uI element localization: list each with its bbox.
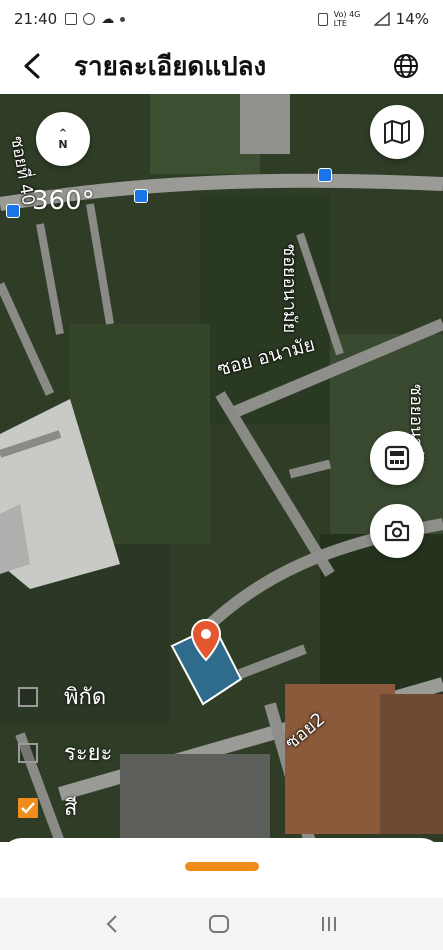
page-title: รายละเอียดแปลง: [74, 51, 267, 82]
bus-stop-icon: [318, 168, 332, 182]
globe-icon: [394, 54, 418, 78]
network-indicator: Vo) 4G LTE: [333, 10, 361, 28]
status-time: 21:40: [14, 10, 58, 28]
layer-toggle-color[interactable]: สี: [18, 790, 77, 825]
system-nav-bar: [0, 898, 443, 950]
rotation-label: 360°: [32, 186, 95, 216]
nav-back-icon[interactable]: [105, 914, 119, 934]
calculator-icon: [384, 445, 410, 471]
chevron-left-icon: [24, 53, 40, 79]
status-right: Vo) 4G LTE 14%: [317, 10, 429, 28]
bus-stop-icon: [134, 189, 148, 203]
nav-home-icon[interactable]: [208, 914, 230, 934]
satellite-map[interactable]: ซอย อนามัย ซอยอนามัย ซอย2 ซอยที่ 40 ซอยอ…: [0, 94, 443, 842]
more-dot-icon: [120, 16, 126, 22]
distance-label: ระยะ: [64, 741, 113, 766]
bus-stop-icon: [6, 204, 20, 218]
gallery-icon: [65, 13, 78, 25]
screen: 21:40 ☁ Vo) 4G LTE 14% รายละเอียดแปลง ซอ…: [0, 0, 443, 950]
coordinates-checkbox[interactable]: [18, 686, 38, 707]
lock-icon: [317, 12, 328, 26]
location-pin-icon: [190, 618, 222, 662]
cloud-icon: ☁: [101, 11, 115, 27]
calculator-button[interactable]: [370, 431, 424, 485]
battery-text: 14%: [395, 10, 429, 28]
status-bar: 21:40 ☁ Vo) 4G LTE 14%: [0, 0, 443, 38]
compass-north-label: N: [58, 138, 68, 151]
street-label: ซอยอนามัย: [279, 244, 300, 334]
line-app-icon: [83, 13, 96, 25]
sheet-drag-handle[interactable]: [184, 862, 259, 871]
nav-recents-icon[interactable]: [319, 915, 339, 933]
map-type-button[interactable]: [370, 105, 424, 159]
check-icon: [21, 801, 35, 814]
back-button[interactable]: [0, 38, 64, 94]
distance-checkbox[interactable]: [18, 742, 38, 763]
color-label: สี: [64, 796, 78, 821]
app-header: รายละเอียดแปลง: [0, 38, 443, 94]
folded-map-icon: [384, 120, 410, 144]
color-checkbox[interactable]: [18, 797, 38, 818]
camera-icon: [384, 520, 410, 542]
compass-button[interactable]: ^ N: [36, 112, 90, 166]
notification-icons: ☁: [65, 11, 126, 27]
camera-button[interactable]: [370, 504, 424, 558]
signal-icon: [373, 12, 390, 26]
layer-toggle-distance[interactable]: ระยะ: [18, 735, 112, 770]
layer-toggle-coordinates[interactable]: พิกัด: [18, 679, 106, 714]
language-button[interactable]: [393, 50, 425, 82]
bottom-sheet[interactable]: [0, 838, 443, 898]
coordinates-label: พิกัด: [64, 685, 107, 710]
